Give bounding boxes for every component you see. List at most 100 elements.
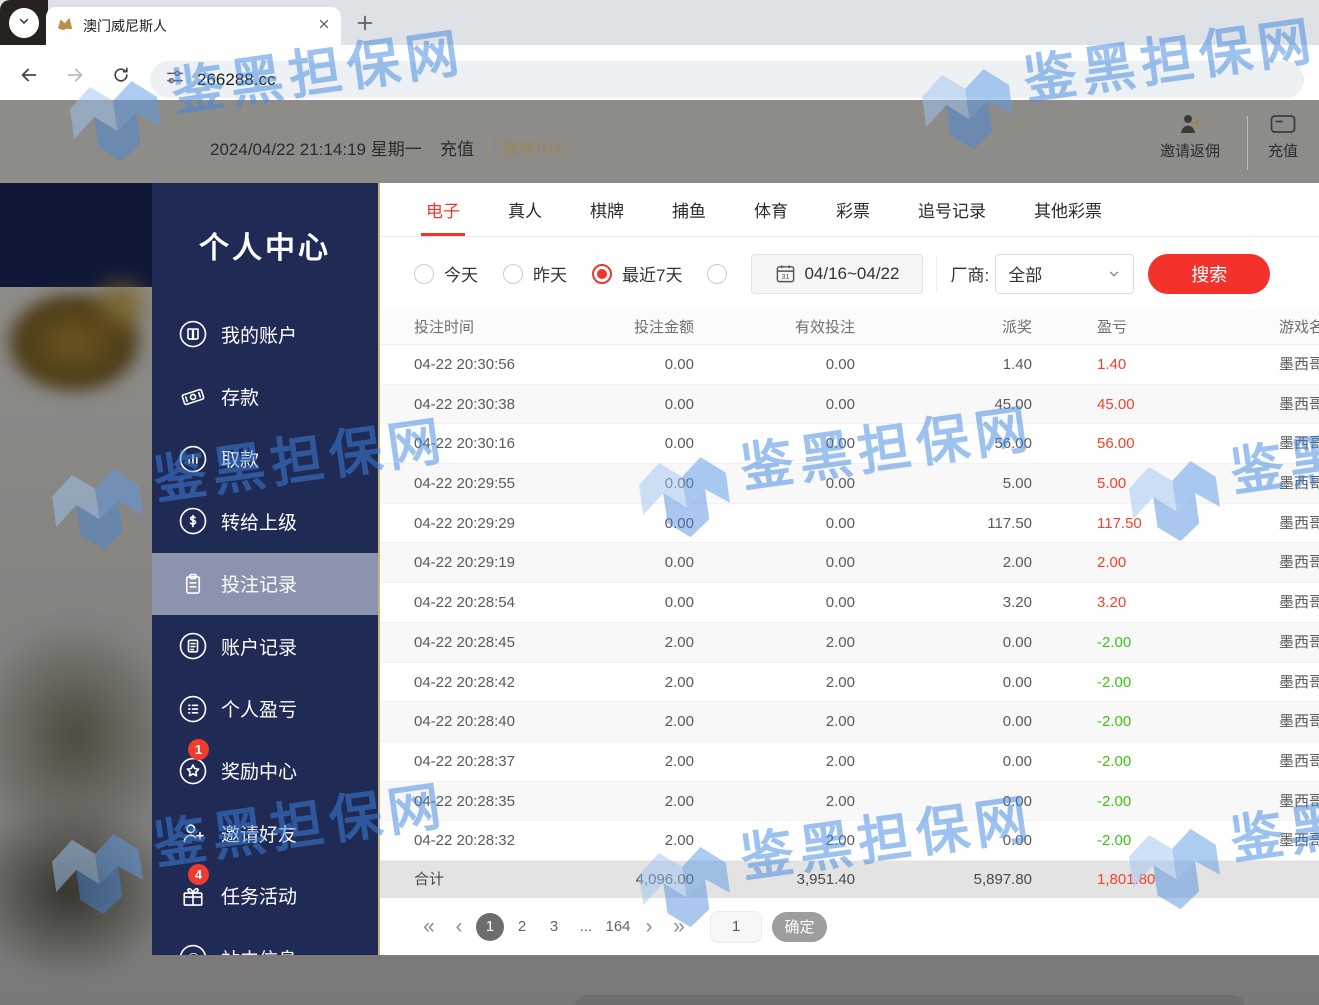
page-number[interactable]: 2: [508, 913, 536, 941]
radio-icon[interactable]: [707, 264, 727, 284]
sidebar-item[interactable]: 我的账户: [152, 303, 378, 365]
recharge-label: 充值: [1268, 140, 1298, 161]
page-number[interactable]: 3: [540, 913, 568, 941]
sidebar-item-icon: [178, 444, 208, 474]
cell-valid-bet: 0.00: [700, 345, 855, 385]
cell-valid-bet: 2.00: [700, 821, 855, 861]
tab-close-icon[interactable]: [317, 17, 331, 36]
total-payout: 5,897.80: [860, 861, 1032, 898]
category-tab[interactable]: 棋牌: [590, 183, 624, 236]
cell-game-name: 墨西哥: [1279, 742, 1319, 782]
sidebar-item-icon: @: [178, 943, 208, 955]
radio-option[interactable]: 昨天: [503, 261, 592, 286]
sidebar-item[interactable]: 存款: [152, 365, 378, 427]
cell-game-name: 墨西哥: [1279, 663, 1319, 703]
page-number[interactable]: 164: [604, 913, 632, 941]
category-tab[interactable]: 其他彩票: [1034, 183, 1102, 236]
invite-rebate-button[interactable]: 邀请返佣: [1148, 112, 1232, 161]
sidebar-item[interactable]: 个人盈亏: [152, 677, 378, 739]
tab-search-button[interactable]: [9, 8, 39, 38]
sidebar-item[interactable]: 邀请好友: [152, 802, 378, 864]
sidebar-item[interactable]: 取款: [152, 428, 378, 490]
last-page-button[interactable]: »: [664, 913, 694, 941]
col-header-payout: 派奖: [860, 310, 1032, 345]
category-tab[interactable]: 捕鱼: [672, 183, 706, 236]
page-confirm-button[interactable]: 确定: [772, 912, 827, 942]
cell-payout: 1.40: [860, 345, 1032, 385]
date-range-picker[interactable]: 31 04/16~04/22: [751, 254, 923, 294]
radio-icon[interactable]: [503, 264, 523, 284]
page-number[interactable]: 1: [476, 913, 504, 941]
tune-icon[interactable]: [166, 68, 184, 91]
sidebar-item-icon: [178, 506, 208, 536]
table-row: 04-22 20:29:29 0.00 0.00 117.50 117.50 墨…: [380, 504, 1319, 544]
radio-icon[interactable]: [592, 264, 612, 284]
col-header-bet: 投注金额: [500, 310, 694, 345]
col-header-time: 投注时间: [414, 310, 474, 345]
cell-valid-bet: 2.00: [700, 742, 855, 782]
page-number[interactable]: ...: [572, 913, 600, 941]
header-recharge-link[interactable]: 充值: [440, 135, 474, 160]
recharge-button[interactable]: 充值: [1248, 112, 1318, 161]
search-button[interactable]: 搜索: [1148, 254, 1270, 294]
next-page-button[interactable]: ›: [634, 913, 664, 941]
sidebar-item[interactable]: 1 奖励中心: [152, 740, 378, 802]
radio-label: 今天: [444, 261, 478, 286]
vendor-select[interactable]: 全部: [995, 254, 1134, 294]
sidebar-item-label: 转给上级: [221, 508, 297, 535]
radio-label: 最近7天: [622, 261, 682, 286]
cell-bet-amount: 2.00: [500, 782, 694, 822]
browser-tab[interactable]: 澳门威尼斯人: [46, 7, 341, 45]
category-tab[interactable]: 彩票: [836, 183, 870, 236]
sidebar-item-icon: [178, 569, 208, 599]
sidebar-item[interactable]: 4 任务活动: [152, 865, 378, 927]
url-bar[interactable]: 266288.cc: [150, 61, 1304, 98]
category-tab[interactable]: 电子: [426, 183, 460, 236]
sidebar-item-icon: [178, 319, 208, 349]
forward-button[interactable]: [60, 60, 90, 90]
radio-icon[interactable]: [414, 264, 434, 284]
filter-divider: [936, 255, 937, 293]
cell-game-name: 墨西哥: [1279, 702, 1319, 742]
background-coin-image: [86, 270, 156, 340]
total-pnl: 1,801.80: [1097, 861, 1155, 898]
cell-bet-amount: 0.00: [500, 424, 694, 464]
sidebar-item[interactable]: @ 站内信息: [152, 927, 378, 955]
cell-game-name: 墨西哥: [1279, 623, 1319, 663]
cell-payout: 5.00: [860, 464, 1032, 504]
category-tab[interactable]: 真人: [508, 183, 542, 236]
new-tab-button[interactable]: [352, 10, 378, 36]
cell-pnl: -2.00: [1097, 623, 1131, 663]
sidebar-item[interactable]: 账户记录: [152, 615, 378, 677]
category-tab[interactable]: 追号记录: [918, 183, 986, 236]
tutorial-center-link[interactable]: 教导中心: [502, 135, 570, 160]
cell-pnl: -2.00: [1097, 821, 1131, 861]
cell-payout: 117.50: [860, 504, 1032, 544]
reload-button[interactable]: [106, 60, 136, 90]
sidebar-item-label: 站内信息: [221, 945, 297, 955]
cell-game-name: 墨西哥: [1279, 821, 1319, 861]
category-tab-label: 棋牌: [590, 197, 624, 222]
radio-option[interactable]: 最近7天: [592, 261, 707, 286]
total-valid: 3,951.40: [700, 861, 855, 898]
sidebar-item-icon: [178, 818, 208, 848]
site-header: [0, 100, 1319, 183]
radio-option[interactable]: 今天: [414, 261, 503, 286]
radio-option[interactable]: [707, 264, 737, 284]
page-jump-input[interactable]: [710, 911, 762, 943]
sidebar-item[interactable]: 投注记录: [152, 553, 378, 615]
sidebar-item[interactable]: 转给上级: [152, 490, 378, 552]
first-page-button[interactable]: «: [414, 913, 444, 941]
cell-payout: 0.00: [860, 821, 1032, 861]
sidebar-item-icon: [178, 694, 208, 724]
invite-rebate-label: 邀请返佣: [1160, 140, 1220, 161]
cell-pnl: 2.00: [1097, 543, 1126, 583]
table-row: 04-22 20:28:37 2.00 2.00 0.00 -2.00 墨西哥: [380, 742, 1319, 782]
cell-bet-amount: 2.00: [500, 742, 694, 782]
back-button[interactable]: [14, 60, 44, 90]
site-favicon: [56, 16, 74, 37]
prev-page-button[interactable]: ‹: [444, 913, 474, 941]
total-label: 合计: [414, 861, 444, 898]
cell-payout: 2.00: [860, 543, 1032, 583]
category-tab[interactable]: 体育: [754, 183, 788, 236]
